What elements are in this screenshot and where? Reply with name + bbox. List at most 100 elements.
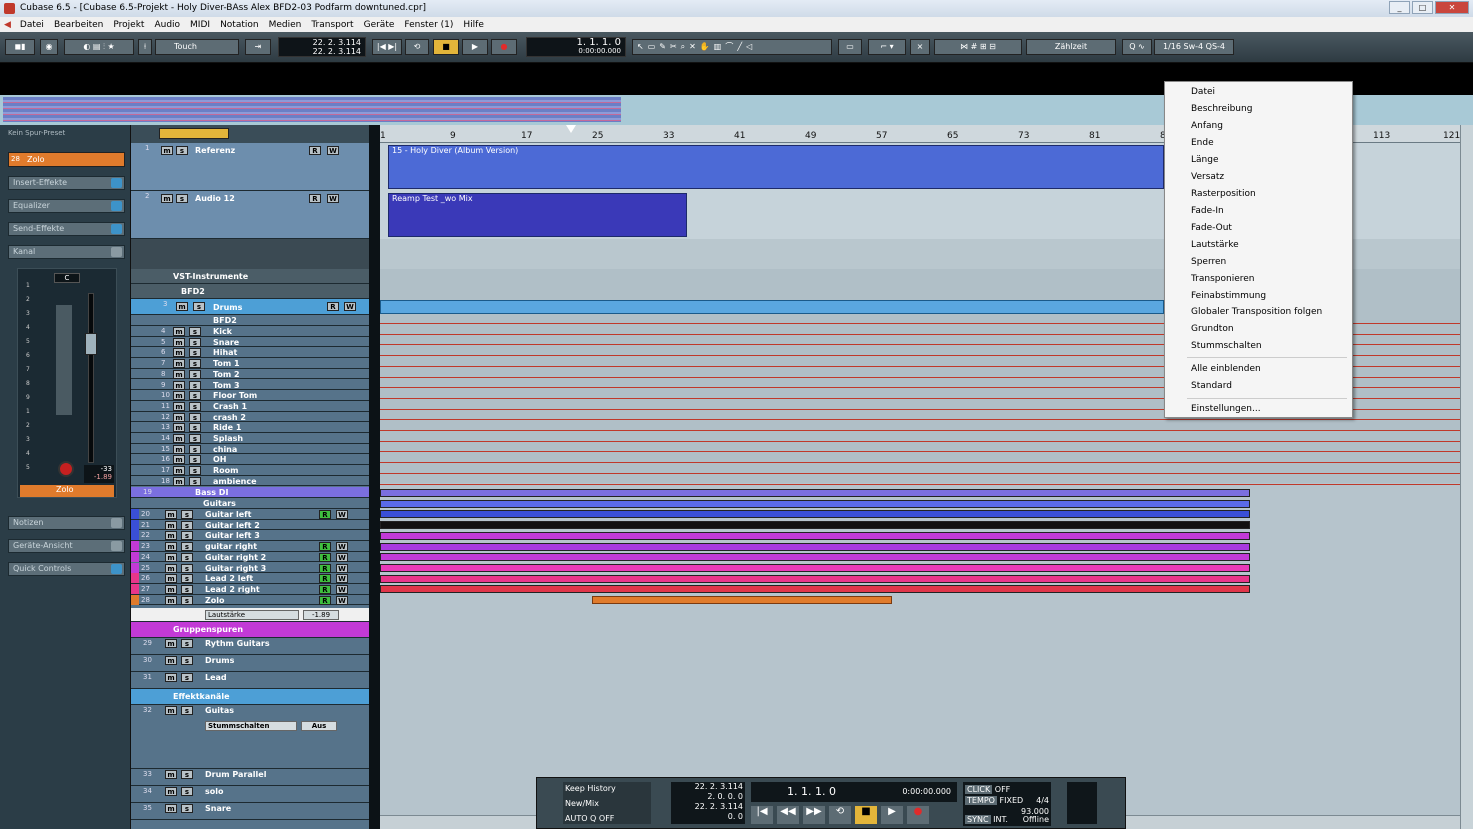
stop-button[interactable]: ■ [855,806,877,824]
mute-button[interactable]: m [173,455,185,465]
stop-button[interactable]: ■ [433,39,459,55]
automation-parameter-select[interactable]: Lautstärke [205,610,299,620]
context-menu-item[interactable]: Transponieren [1191,274,1255,285]
automation-parameter-select[interactable]: Stummschalten [205,721,297,731]
drum-track-row[interactable]: 9 m s Tom 3 [131,379,369,391]
folder-effektkanaele[interactable]: Effektkanäle [131,689,369,705]
guitar-track-row[interactable]: 27 m s Lead 2 right R W [131,583,369,595]
solo-button[interactable]: s [189,455,201,465]
fx-automation-lane[interactable]: Stummschalten Aus [201,721,351,733]
click-button[interactable]: CLICK [965,785,993,794]
section-notizen[interactable]: Notizen [8,516,125,530]
event-bar[interactable] [380,489,1250,497]
solo-button[interactable]: s [181,563,193,573]
snap-zero-button[interactable]: ⨯ [910,39,930,55]
guitar-track-row[interactable]: 26 m s Lead 2 left R W [131,573,369,584]
context-menu-item[interactable]: Feinabstimmung [1191,291,1266,302]
write-button[interactable]: W [344,302,356,311]
event-bar[interactable] [380,563,1250,572]
clip-drums[interactable] [380,300,1164,314]
pan-value[interactable]: C [54,273,80,283]
play-button[interactable]: ▶ [462,39,488,55]
drum-track-row[interactable]: 7 m s Tom 1 [131,358,369,369]
mute-button[interactable]: m [173,476,185,486]
guitar-track-row[interactable]: 23 m s guitar right R W [131,541,369,552]
mute-button[interactable]: m [173,444,185,454]
vertical-scrollbar[interactable] [1460,125,1473,829]
automation-lane-zolo[interactable]: Lautstärke -1.89 [131,608,369,622]
menu-datei[interactable]: Datei [15,20,49,30]
write-button[interactable]: W [336,563,348,573]
drum-track-row[interactable]: 10 m s Floor Tom [131,390,369,401]
group-track-row[interactable]: 29 m s Rythm Guitars [131,638,369,655]
mute-button[interactable]: m [173,434,185,443]
section-geraete-ansicht[interactable]: Geräte-Ansicht [8,539,125,553]
mute-button[interactable]: m [173,401,185,411]
drum-track-row[interactable]: 12 m s crash 2 [131,411,369,423]
drum-track-row[interactable]: 8 m s Tom 2 [131,368,369,380]
section-insert-effects[interactable]: Insert-Effekte [8,176,125,190]
track-referenz[interactable]: 1 m s Referenz R W [131,143,369,191]
mute-button[interactable]: m [165,639,177,648]
maximize-button[interactable]: □ [1412,1,1433,14]
solo-button[interactable]: s [193,302,205,311]
context-menu-item[interactable]: Datei [1191,87,1215,98]
event-bar[interactable] [380,574,1250,583]
left-locator[interactable]: 22. 2. 3.114 [279,38,361,47]
record-enable-button[interactable]: R [319,595,331,605]
menu-transport[interactable]: Transport [306,20,358,30]
solo-button[interactable]: s [189,401,201,411]
menu-geraete[interactable]: Geräte [359,20,400,30]
write-button[interactable]: W [336,542,348,552]
mute-button[interactable]: m [165,804,177,813]
mute-button[interactable]: m [165,510,177,519]
mute-button[interactable]: m [173,391,185,401]
mute-button[interactable]: m [165,531,177,541]
context-menu-item[interactable]: Grundton [1191,324,1234,335]
mute-button[interactable]: m [173,380,185,390]
fx-track-row[interactable]: 33 m s Drum Parallel [131,769,369,786]
solo-button[interactable]: s [189,327,201,336]
color-button[interactable]: ▭ [838,39,862,55]
event-bar[interactable] [380,585,1250,594]
menu-fenster[interactable]: Fenster (1) [399,20,458,30]
history-mode[interactable]: Keep History [565,784,649,793]
mute-button[interactable]: m [173,337,185,347]
splitter[interactable] [369,125,380,829]
track-preset[interactable]: Kein Spur-Preset [8,129,65,137]
track-audio-12[interactable]: 2 m s Audio 12 R W [131,191,369,239]
menu-bearbeiten[interactable]: Bearbeiten [49,20,108,30]
mute-button[interactable]: m [165,770,177,779]
menu-notation[interactable]: Notation [215,20,264,30]
event-bar[interactable] [380,510,1250,519]
context-menu-item[interactable]: Länge [1191,155,1218,166]
rewind-button[interactable]: ◀◀ [777,806,799,824]
inspector-track-name[interactable]: 28 Zolo [8,152,125,167]
folder-bfd2[interactable]: BFD2 [131,284,369,299]
solo-button[interactable]: s [181,542,193,552]
mute-button[interactable]: m [165,552,177,562]
locator-panel[interactable]: 22. 2. 3.114 2. 0. 0. 0 22. 2. 3.114 0. … [671,782,745,824]
write-button[interactable]: W [336,510,348,519]
solo-button[interactable]: s [181,639,193,648]
guitar-track-row[interactable]: 22 m s Guitar left 3 [131,530,369,542]
solo-button[interactable]: s [181,706,193,715]
mute-button[interactable]: m [161,194,173,203]
drum-track-row[interactable]: 18 m s ambience [131,475,369,487]
clip-referenz[interactable]: 15 - Holy Diver (Album Version) [388,145,1164,189]
solo-button[interactable]: s [181,510,193,519]
solo-button[interactable]: s [189,444,201,454]
quantize-select[interactable]: 1/16 Sw-4 QS-4 [1154,39,1234,55]
mute-button[interactable]: m [165,563,177,573]
guitar-track-row[interactable]: 20 m s Guitar left R W [131,509,369,520]
event-bar[interactable] [380,531,1250,540]
mute-button[interactable]: m [165,584,177,594]
folder-guitars[interactable]: Guitars [131,498,369,509]
solo-button[interactable]: s [181,673,193,682]
record-enable-button[interactable]: R [319,542,331,552]
play-button[interactable]: ▶ [881,806,903,824]
solo-button[interactable]: s [176,146,188,155]
right-locator[interactable]: 22. 2. 3.114 [279,47,361,56]
mute-button[interactable]: m [165,673,177,682]
context-menu-item[interactable]: Fade-In [1191,206,1224,217]
